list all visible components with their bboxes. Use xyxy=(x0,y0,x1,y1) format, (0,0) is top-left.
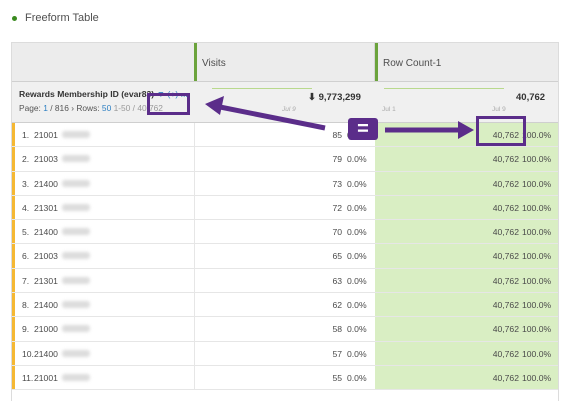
equals-sign: = xyxy=(357,118,369,140)
left-arrow-line xyxy=(214,103,326,131)
left-arrow-head xyxy=(205,96,224,115)
annotation-arrows: = xyxy=(205,96,474,140)
right-arrow-head xyxy=(458,121,474,139)
